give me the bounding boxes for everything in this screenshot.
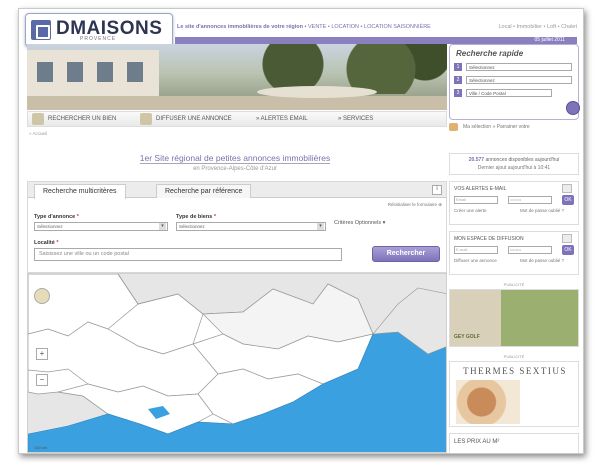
breadcrumb[interactable]: » Accueil: [29, 131, 47, 136]
house-logo-icon: [31, 20, 51, 40]
quick-search-row: 1 Sélectionnez: [454, 63, 574, 72]
region-map[interactable]: + − 100 km: [27, 273, 447, 453]
tab-reference[interactable]: Recherche par référence: [156, 184, 252, 198]
nav-rechercher[interactable]: RECHERCHER UN BIEN: [48, 116, 116, 122]
current-date: 05 juillet 2011: [534, 37, 566, 43]
email-alerts-box: VOS ALERTES E-MAIL Email •••••••• OK Cré…: [449, 181, 579, 225]
site-logo[interactable]: DMAISONS PROVENCE: [25, 13, 173, 47]
selection-link[interactable]: Ma sélection » Parrainer votre: [463, 124, 530, 130]
create-alert-link[interactable]: Créer une alerte: [454, 208, 487, 213]
optional-criteria-toggle[interactable]: Critères Optionnels ▾: [334, 220, 385, 226]
headline-subtitle: en Provence-Alpes-Côte d'Azur: [193, 166, 277, 172]
diffusion-email-input[interactable]: E-mail: [454, 246, 498, 254]
nav-alertes[interactable]: » ALERTES EMAIL: [256, 116, 308, 122]
alerts-ok-button[interactable]: OK: [562, 195, 574, 205]
golf-ad-name: GEY GOLF: [454, 334, 480, 340]
required-mark: *: [213, 214, 216, 220]
ad-label: PUBLICITÉ: [503, 354, 525, 359]
quick-search-panel: Recherche rapide 1 Sélectionnez 2 Sélect…: [449, 44, 580, 120]
banner-terrace: [27, 96, 447, 110]
thermes-ad-banner[interactable]: THERMES SEXTIUS: [449, 361, 579, 427]
required-mark: *: [76, 214, 79, 220]
golf-ad-banner[interactable]: GEY GOLF: [449, 289, 579, 347]
type-biens-label-text: Type de biens: [176, 214, 213, 220]
quick-search-title: Recherche rapide: [456, 49, 524, 58]
listings-count-text: annonces disponibles aujourd'hui: [485, 157, 560, 163]
localite-input[interactable]: Saisissez une ville ou un code postal: [34, 248, 342, 261]
tagline-links[interactable]: • VENTE • LOCATION • LOCATION SAISONNIÈR…: [305, 24, 431, 30]
info-icon[interactable]: i: [432, 185, 442, 195]
pencil-icon: [562, 234, 572, 243]
ad-label: PUBLICITÉ: [503, 282, 525, 287]
type-annonce-label-text: Type d'annonce: [34, 214, 76, 220]
last-update: Dernier ajout aujourd'hui à 10:41: [477, 165, 551, 171]
reset-form-link[interactable]: Réinitialiser le formulaire ⊕: [388, 202, 442, 208]
headline-title-text: 1er Site régional de petites annonces im…: [139, 153, 331, 164]
type-annonce-label: Type d'annonce *: [34, 214, 79, 220]
alerts-forgot-password-link[interactable]: Mot de passe oublié ?: [520, 208, 564, 213]
quick-search-city-input[interactable]: Ville / Code Postal: [466, 89, 552, 97]
listings-count: 20.577: [468, 157, 485, 163]
email-alerts-title: VOS ALERTES E-MAIL: [454, 186, 507, 192]
price-per-m2-box[interactable]: LES PRIX AU M²: [449, 433, 579, 453]
search-button[interactable]: Rechercher: [372, 246, 440, 262]
quick-search-row: 3 Ville / Code Postal: [454, 89, 574, 98]
step-number: 1: [454, 63, 462, 71]
nav-services[interactable]: » SERVICES: [338, 116, 373, 122]
top-links[interactable]: Local • Immobilier • Loft • Chalet: [498, 24, 577, 30]
listings-counter: 20.577 annonces disponibles aujourd'hui …: [449, 153, 579, 175]
site-header: DMAISONS PROVENCE Le site d'annonces imm…: [19, 9, 583, 49]
quick-search-select-2[interactable]: Sélectionnez: [466, 76, 572, 84]
listings-count-line: 20.577 annonces disponibles aujourd'hui: [450, 157, 578, 163]
map-scale: 100 km: [34, 445, 48, 450]
diffusion-space-box: MON ESPACE DE DIFFUSION E-mail •••••••• …: [449, 231, 579, 275]
main-nav: RECHERCHER UN BIEN DIFFUSER UNE ANNONCE …: [27, 111, 447, 127]
price-per-m2-title: LES PRIX AU M²: [454, 439, 500, 445]
tagline-text: Le site d'annonces immobilières de votre…: [177, 24, 304, 30]
search-house-icon: [32, 113, 44, 125]
localite-label-text: Localité: [34, 240, 55, 246]
type-biens-label: Type de biens *: [176, 214, 216, 220]
nav-diffuser[interactable]: DIFFUSER UNE ANNONCE: [156, 116, 232, 122]
envelope-icon: [562, 184, 572, 193]
selection-bar: Ma sélection » Parrainer votre: [449, 121, 579, 133]
map-pan-control-icon[interactable]: [34, 288, 50, 304]
type-biens-select[interactable]: Sélectionnez: [176, 222, 326, 231]
required-mark: *: [56, 240, 59, 246]
alerts-email-input[interactable]: Email: [454, 196, 498, 204]
tab-multicriteres[interactable]: Recherche multicritères: [34, 184, 126, 199]
diffusion-forgot-password-link[interactable]: Mot de passe oublié ?: [520, 258, 564, 263]
localite-label: Localité *: [34, 240, 58, 246]
alerts-password-input[interactable]: ••••••••: [508, 196, 552, 204]
step-number: 2: [454, 76, 462, 84]
search-card: Recherche multicritères Recherche par ré…: [27, 181, 447, 273]
logo-subtext: PROVENCE: [80, 36, 117, 42]
banner-table: [257, 86, 377, 98]
map-zoom-in-button[interactable]: +: [36, 348, 48, 360]
map-zoom-out-button[interactable]: −: [36, 374, 48, 386]
quick-search-select-1[interactable]: Sélectionnez: [466, 63, 572, 71]
diffusion-password-input[interactable]: ••••••••: [508, 246, 552, 254]
search-tabs: Recherche multicritères Recherche par ré…: [28, 182, 446, 199]
type-annonce-select[interactable]: Sélectionnez: [34, 222, 168, 231]
selection-icon: [449, 123, 458, 131]
diffusion-ok-button[interactable]: OK: [562, 245, 574, 255]
browser-screenshot: DMAISONS PROVENCE Le site d'annonces imm…: [18, 8, 584, 454]
document-icon: [140, 113, 152, 125]
selection-label[interactable]: Ma sélection: [463, 124, 491, 130]
parrainer-link[interactable]: » Parrainer votre: [492, 124, 529, 130]
diffusion-space-title: MON ESPACE DE DIFFUSION: [454, 236, 524, 242]
step-number: 3: [454, 89, 462, 97]
quick-search-row: 2 Sélectionnez: [454, 76, 574, 85]
date-bar: 05 juillet 2011: [175, 37, 577, 44]
headline: 1er Site régional de petites annonces im…: [115, 153, 355, 172]
thermes-ad-title: THERMES SEXTIUS: [463, 366, 567, 376]
headline-title: 1er Site régional de petites annonces im…: [115, 153, 355, 164]
thermes-ad-image: [456, 380, 520, 424]
quick-search-go-button[interactable]: [566, 101, 580, 115]
site-tagline: Le site d'annonces immobilières de votre…: [177, 24, 431, 30]
header-banner-photo: [27, 44, 447, 110]
region-map-svg[interactable]: [28, 274, 447, 453]
diffuse-listing-link[interactable]: Diffuser une annonce: [454, 258, 497, 263]
